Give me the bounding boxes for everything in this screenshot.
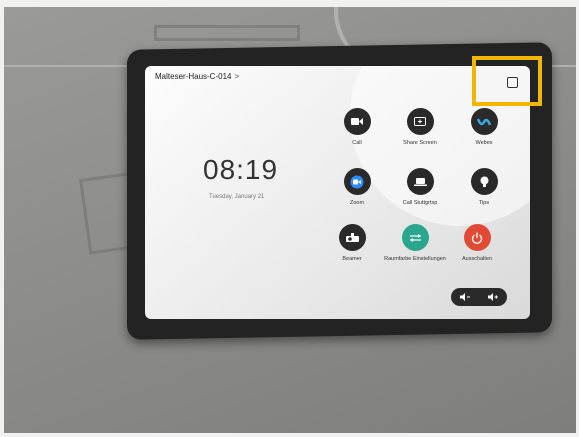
volume-control[interactable] — [451, 288, 507, 306]
webex-label: Webex — [475, 140, 493, 146]
raumfarbe-label: Raumfarbe Einstellungen — [384, 256, 446, 262]
tips-label: Tips — [478, 200, 490, 206]
lightbulb-icon — [470, 168, 498, 195]
beamer-button[interactable]: Beamer — [320, 224, 384, 263]
tips-button[interactable]: Tips — [452, 168, 516, 207]
photo-frame: Malteser-Haus-C-014 > 08:19 Tuesday, Janu… — [0, 0, 579, 437]
call-button[interactable]: Call — [325, 108, 389, 147]
highlight-box — [472, 56, 542, 106]
beamer-label: Beamer — [342, 256, 362, 262]
clock-time: 08:19 — [203, 154, 279, 185]
laptop-call-icon — [406, 168, 434, 195]
chevron-right-icon: > — [234, 72, 240, 81]
volume-down-icon[interactable] — [460, 293, 470, 301]
desk-mark — [154, 25, 300, 41]
zoom-label: Zoom — [349, 200, 365, 206]
raumfarbe-button[interactable]: Raumfarbe Einstellungen — [383, 224, 447, 263]
room-name-button[interactable]: Malteser-Haus-C-014 > — [155, 72, 239, 81]
zoom-icon — [343, 168, 371, 195]
call-label: Call — [352, 140, 362, 146]
share-screen-label: Share Screen — [403, 140, 437, 146]
volume-up-icon[interactable] — [488, 293, 498, 301]
webex-button[interactable]: Webex — [452, 108, 516, 147]
settings-arrows-icon — [401, 224, 429, 251]
ausschalten-label: Ausschalten — [462, 256, 492, 262]
video-camera-icon — [343, 108, 371, 135]
call-stuttgart-button[interactable]: Call Stuttgrtsp — [388, 168, 452, 207]
call-stuttgart-label: Call Stuttgrtsp — [402, 200, 438, 206]
room-name-label: Malteser-Haus-C-014 — [155, 72, 232, 81]
power-icon — [463, 224, 491, 251]
share-screen-icon — [406, 108, 434, 135]
ausschalten-button[interactable]: Ausschalten — [445, 224, 509, 263]
share-screen-button[interactable]: Share Screen — [388, 108, 452, 147]
zoom-button[interactable]: Zoom — [325, 168, 389, 207]
projector-icon — [338, 224, 366, 251]
webex-icon — [470, 108, 498, 135]
clock-date: Tuesday, January 21 — [209, 194, 265, 200]
